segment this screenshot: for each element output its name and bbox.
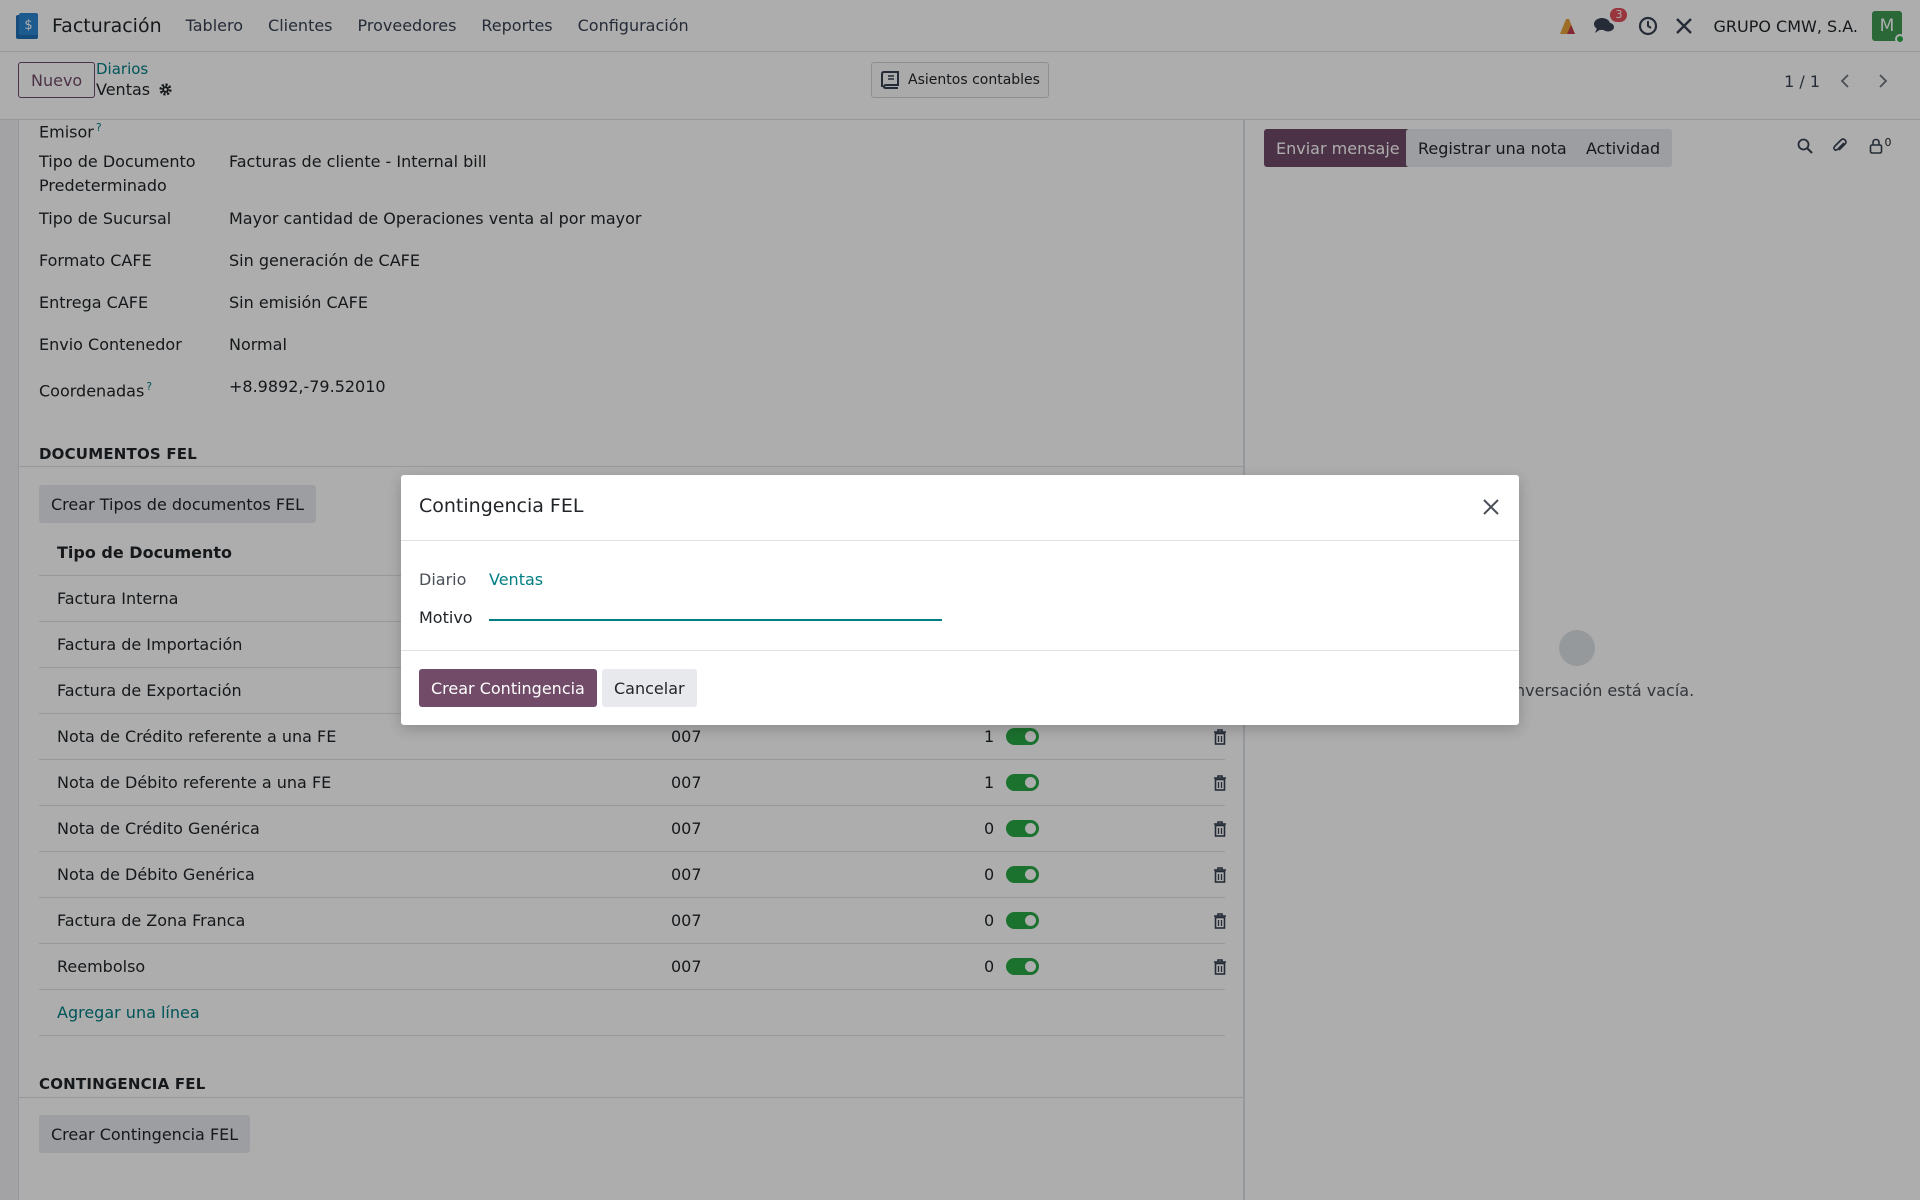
- cancel-button[interactable]: Cancelar: [602, 669, 697, 707]
- create-contingency-button[interactable]: Crear Contingencia: [419, 669, 597, 707]
- reason-label: Motivo: [419, 608, 473, 627]
- contingency-dialog: Contingencia FEL Diario Ventas Motivo Cr…: [401, 475, 1519, 725]
- reason-input[interactable]: [489, 593, 942, 621]
- journal-label: Diario: [419, 570, 467, 589]
- dialog-body: Diario Ventas Motivo: [401, 541, 1519, 651]
- journal-link[interactable]: Ventas: [489, 570, 543, 589]
- dialog-header: Contingencia FEL: [401, 475, 1519, 541]
- dialog-title: Contingencia FEL: [419, 495, 584, 517]
- close-icon[interactable]: [1481, 497, 1501, 517]
